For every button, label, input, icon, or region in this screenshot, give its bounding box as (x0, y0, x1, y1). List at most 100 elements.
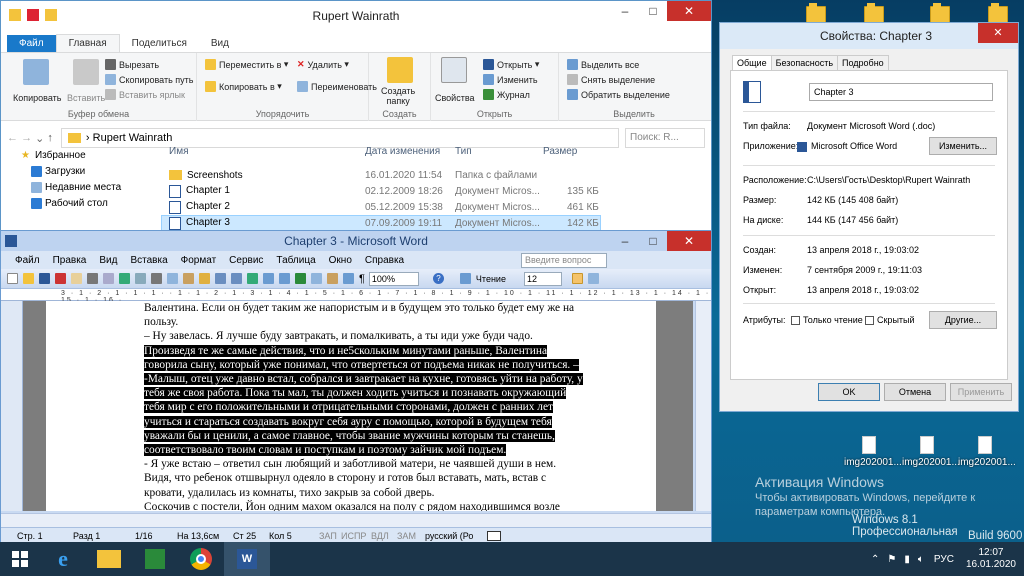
desktop-file-icon[interactable] (978, 436, 992, 454)
menu-file[interactable]: Файл (15, 255, 40, 266)
volume-icon[interactable]: 🔈︎ (918, 554, 924, 565)
properties-titlebar[interactable]: Свойства: Chapter 3 ✕ (720, 23, 1018, 49)
tab-home[interactable]: Главная (55, 34, 120, 52)
new-folder-button[interactable]: Создать папку (381, 86, 415, 106)
excel-icon[interactable] (295, 273, 306, 284)
new-doc-icon[interactable] (7, 273, 18, 284)
copy-icon[interactable] (167, 273, 178, 284)
apply-button[interactable]: Применить (950, 383, 1012, 401)
document-page[interactable]: Валентина. Если он будет таким же напори… (46, 301, 656, 511)
tab-file[interactable]: Файл (7, 35, 56, 52)
reading-mode-button[interactable]: Чтение (459, 273, 506, 284)
menu-table[interactable]: Таблица (276, 255, 315, 266)
status-trk[interactable]: ИСПР (341, 531, 366, 541)
taskbar-word[interactable]: W (224, 542, 270, 576)
history-button[interactable]: Журнал (483, 89, 530, 100)
chevron-up-icon[interactable]: ⌃ (871, 554, 879, 565)
col-date[interactable]: Дата изменения (365, 146, 440, 157)
maximize-button[interactable]: □ (639, 231, 667, 251)
change-app-button[interactable]: Изменить... (929, 137, 997, 155)
tab-security[interactable]: Безопасность (770, 55, 839, 71)
table-row[interactable]: Chapter 1 02.12.2009 18:26 Документ Micr… (161, 183, 601, 199)
table-row[interactable]: Chapter 2 05.12.2009 15:38 Документ Micr… (161, 199, 601, 215)
hyperlink-icon[interactable] (247, 273, 258, 284)
status-ext[interactable]: ВДЛ (371, 531, 389, 541)
explorer-titlebar[interactable]: Rupert Wainrath – □ ✕ (1, 1, 711, 31)
col-type[interactable]: Тип (455, 146, 472, 157)
chevron-down-icon[interactable]: ⌄ (35, 132, 44, 145)
paste-shortcut-button[interactable]: Вставить ярлык (105, 89, 185, 100)
spelling-icon[interactable] (119, 273, 130, 284)
menu-view[interactable]: Вид (99, 255, 117, 266)
menu-insert[interactable]: Вставка (130, 255, 167, 266)
paste-icon[interactable] (183, 273, 194, 284)
copy-button[interactable]: Копировать (13, 93, 61, 103)
columns-icon[interactable] (311, 273, 322, 284)
tab-view[interactable]: Вид (199, 35, 241, 52)
advanced-button[interactable]: Другие... (929, 311, 997, 329)
vertical-scrollbar[interactable] (695, 301, 711, 511)
nav-desktop[interactable]: Рабочий стол (1, 195, 141, 211)
desktop-file-icon[interactable] (862, 436, 876, 454)
status-ovr[interactable]: ЗАМ (397, 531, 416, 541)
menu-window[interactable]: Окно (329, 255, 352, 266)
col-size[interactable]: Размер (543, 146, 577, 157)
table-row[interactable]: Chapter 3 07.09.2009 19:11 Документ Micr… (161, 215, 601, 231)
research-icon[interactable] (135, 273, 146, 284)
taskbar-explorer[interactable] (86, 542, 132, 576)
email-icon[interactable] (71, 273, 82, 284)
col-name[interactable]: Имя (169, 146, 188, 157)
hidden-checkbox[interactable]: Скрытый (865, 315, 915, 326)
copy-path-button[interactable]: Скопировать путь (105, 74, 193, 85)
document-area[interactable]: Валентина. Если он будет таким же напори… (23, 301, 693, 511)
insert-table-icon[interactable] (279, 273, 290, 284)
menu-tools[interactable]: Сервис (229, 255, 263, 266)
horizontal-scrollbar[interactable] (1, 513, 711, 527)
search-input[interactable]: Поиск: R... (625, 128, 705, 148)
redo-icon[interactable] (231, 273, 242, 284)
forward-icon[interactable]: → (21, 132, 32, 144)
copy-to-button[interactable]: Копировать в ▾ (205, 81, 282, 92)
save-icon[interactable] (39, 273, 50, 284)
ok-button[interactable]: OK (818, 383, 880, 401)
tables-icon[interactable] (263, 273, 274, 284)
zoom-select[interactable]: 100% (368, 271, 419, 286)
tab-share[interactable]: Поделиться (120, 35, 199, 52)
pilcrow-icon[interactable]: ¶ (359, 273, 365, 285)
align-center-icon[interactable] (587, 273, 599, 284)
rename-button[interactable]: Переименовать (297, 81, 377, 92)
readonly-checkbox[interactable]: Только чтение (791, 315, 863, 326)
filename-input[interactable]: Chapter 3 (809, 83, 993, 101)
cancel-button[interactable]: Отмена (884, 383, 946, 401)
properties-button[interactable]: Свойства (435, 93, 475, 103)
delete-button[interactable]: ✕ Удалить ▾ (297, 59, 349, 70)
desktop-file-icon[interactable] (920, 436, 934, 454)
align-left-icon[interactable] (571, 273, 583, 284)
help-icon[interactable]: ? (432, 273, 444, 284)
horizontal-ruler[interactable]: 3 · 1 · 2 · 1 · 1 · 1 · · 1 · 1 · 2 · 1 … (1, 289, 711, 304)
move-to-button[interactable]: Переместить в ▾ (205, 59, 288, 70)
up-icon[interactable]: ↑ (47, 132, 53, 144)
taskbar-ie[interactable]: e (40, 542, 86, 576)
taskbar-store[interactable] (132, 542, 178, 576)
edit-button[interactable]: Изменить (483, 74, 538, 85)
paste-button[interactable]: Вставить (67, 93, 105, 103)
invert-selection-button[interactable]: Обратить выделение (567, 89, 670, 100)
select-all-button[interactable]: Выделить все (567, 59, 639, 70)
font-size-select[interactable]: 12 (523, 271, 562, 286)
network-icon[interactable]: ▮ (904, 554, 910, 565)
back-icon[interactable]: ← (7, 132, 18, 144)
close-button[interactable]: ✕ (667, 1, 711, 21)
close-button[interactable]: ✕ (667, 231, 711, 251)
maximize-button[interactable]: □ (639, 1, 667, 21)
word-titlebar[interactable]: Chapter 3 - Microsoft Word – □ ✕ (1, 231, 711, 251)
nav-recent[interactable]: Недавние места (1, 179, 141, 195)
preview-icon[interactable] (103, 273, 114, 284)
tab-details[interactable]: Подробно (837, 55, 889, 71)
drawing-icon[interactable] (327, 273, 338, 284)
doc-map-icon[interactable] (343, 273, 354, 284)
undo-icon[interactable] (215, 273, 226, 284)
status-rec[interactable]: ЗАП (319, 531, 337, 541)
cut-button[interactable]: Вырезать (105, 59, 159, 70)
close-button[interactable]: ✕ (978, 23, 1018, 43)
